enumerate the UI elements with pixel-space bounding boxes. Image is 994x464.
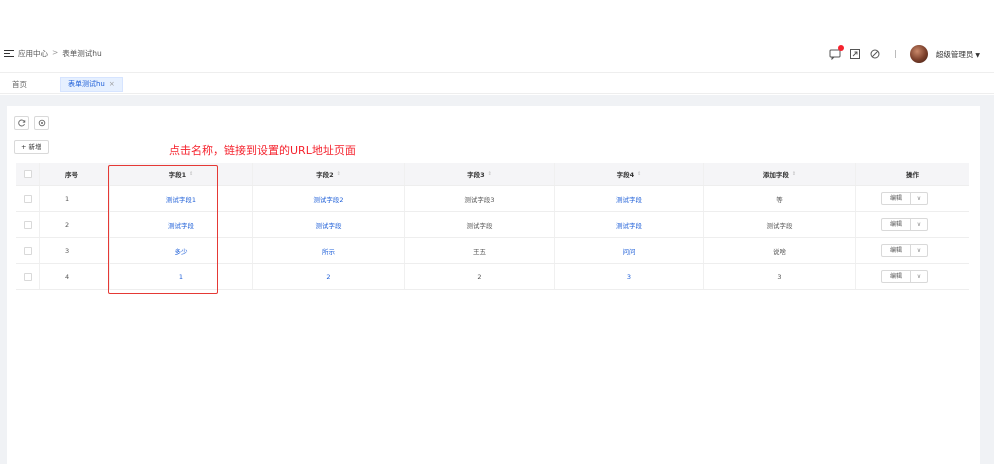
col-header-field1[interactable]: 字段1 ⇕: [110, 163, 253, 185]
row-actions: 编辑 ∨: [880, 192, 928, 205]
cell-field4-link[interactable]: 测试字段: [616, 220, 642, 230]
sort-icon: ⇕: [336, 171, 341, 177]
annotation-text: 点击名称，链接到设置的URL地址页面: [169, 144, 356, 157]
breadcrumb: 应用中心 > 表单测试hu: [18, 48, 102, 59]
cell-field2-link[interactable]: 2: [326, 273, 330, 281]
tab-home[interactable]: 首页: [12, 79, 27, 90]
user-name: 超级管理员: [935, 49, 974, 59]
row-actions: 编辑 ∨: [880, 270, 928, 283]
edit-button[interactable]: 编辑: [882, 219, 911, 230]
notification-badge: [837, 45, 844, 51]
col-header-field3[interactable]: 字段3 ⇕: [405, 163, 555, 185]
cell-added: 3: [704, 264, 856, 289]
tabs-bar: 首页 表单测试hu ×: [0, 72, 994, 94]
table-header: 序号 字段1 ⇕ 字段2 ⇕ 字段3 ⇕ 字段4 ⇕ 添加字段 ⇕ 操作: [16, 163, 969, 186]
data-table: 序号 字段1 ⇕ 字段2 ⇕ 字段3 ⇕ 字段4 ⇕ 添加字段 ⇕ 操作 1 测试字段1 …: [16, 163, 969, 290]
add-button[interactable]: + 新增: [14, 140, 49, 154]
close-icon[interactable]: ×: [109, 80, 115, 88]
row-actions: 编辑 ∨: [880, 218, 928, 231]
cell-field2-link[interactable]: 测试字段: [316, 220, 342, 230]
more-actions-dropdown[interactable]: ∨: [911, 219, 927, 230]
select-all-checkbox[interactable]: [23, 170, 32, 178]
menu-fold-icon[interactable]: [4, 50, 14, 58]
sort-icon: ⇕: [487, 171, 492, 177]
col-header-added[interactable]: 添加字段 ⇕: [704, 163, 856, 185]
cell-no: 3: [40, 238, 110, 263]
tab-form-test[interactable]: 表单测试hu ×: [60, 77, 123, 92]
more-actions-dropdown[interactable]: ∨: [911, 271, 927, 282]
cell-no: 2: [40, 212, 110, 237]
breadcrumb-current: 表单测试hu: [62, 49, 102, 58]
breadcrumb-root[interactable]: 应用中心: [18, 48, 48, 59]
cell-field4-link[interactable]: 测试字段: [616, 194, 642, 204]
edit-button[interactable]: 编辑: [882, 245, 911, 256]
fullscreen-icon[interactable]: [849, 48, 861, 60]
sort-icon: ⇕: [791, 171, 797, 177]
cell-field4-link[interactable]: 3: [627, 273, 631, 281]
cell-field1-link[interactable]: 测试字段: [168, 220, 194, 230]
caret-down-icon: ▼: [975, 51, 980, 59]
user-menu[interactable]: 超级管理员 ▼: [936, 49, 980, 60]
skin-icon[interactable]: [869, 48, 881, 60]
refresh-button[interactable]: [14, 116, 29, 130]
refresh-icon: [17, 119, 25, 127]
row-checkbox[interactable]: [23, 272, 32, 281]
col-header-field2[interactable]: 字段2 ⇕: [253, 163, 405, 185]
row-checkbox[interactable]: [23, 194, 32, 203]
cell-field2-link[interactable]: 测试字段2: [313, 194, 343, 204]
edit-button[interactable]: 编辑: [882, 271, 911, 282]
row-checkbox[interactable]: [23, 246, 32, 255]
settings-icon: [38, 119, 45, 127]
table-row: 2 测试字段 测试字段 测试字段 测试字段 测试字段 编辑 ∨: [16, 212, 969, 238]
message-icon[interactable]: [829, 45, 844, 61]
cell-no: 4: [40, 264, 110, 289]
edit-button[interactable]: 编辑: [882, 193, 911, 204]
cell-added: 说啥: [704, 238, 856, 263]
top-bar: 应用中心 > 表单测试hu 超级管理员 ▼: [0, 42, 994, 66]
cell-field3: 测试字段: [405, 212, 555, 237]
sort-icon: ⇕: [189, 171, 194, 177]
col-header-field4[interactable]: 字段4 ⇕: [555, 163, 704, 185]
cell-field1-link[interactable]: 1: [179, 273, 183, 281]
cell-added: 等: [704, 186, 856, 211]
cell-field2-link[interactable]: 所示: [322, 246, 335, 256]
more-actions-dropdown[interactable]: ∨: [911, 245, 927, 256]
cell-field3: 王五: [405, 238, 555, 263]
sort-icon: ⇕: [637, 171, 642, 177]
cell-no: 1: [40, 186, 110, 211]
cell-field3: 测试字段3: [405, 186, 555, 211]
table-row: 3 多少 所示 王五 问问 说啥 编辑 ∨: [16, 238, 969, 264]
more-actions-dropdown[interactable]: ∨: [911, 193, 927, 204]
avatar[interactable]: [909, 45, 928, 63]
header-tools: 超级管理员 ▼: [829, 42, 980, 66]
cell-field1-link[interactable]: 多少: [175, 246, 188, 256]
col-header-op: 操作: [906, 171, 919, 179]
row-checkbox[interactable]: [23, 220, 32, 229]
main-card: + 新增 点击名称，链接到设置的URL地址页面 序号 字段1 ⇕ 字段2 ⇕ 字段3…: [7, 106, 980, 464]
settings-button[interactable]: [34, 116, 49, 130]
cell-added: 测试字段: [704, 212, 856, 237]
table-row: 4 1 2 2 3 3 编辑 ∨: [16, 264, 969, 290]
cell-field4-link[interactable]: 问问: [623, 246, 636, 256]
col-header-no: 序号: [40, 163, 110, 185]
header-divider: [894, 50, 896, 58]
tab-label: 表单测试hu: [68, 80, 105, 88]
cell-field3: 2: [405, 264, 555, 289]
breadcrumb-separator: >: [52, 48, 59, 57]
row-actions: 编辑 ∨: [880, 244, 928, 257]
cell-field1-link[interactable]: 测试字段1: [166, 194, 196, 204]
table-row: 1 测试字段1 测试字段2 测试字段3 测试字段 等 编辑 ∨: [16, 186, 969, 212]
